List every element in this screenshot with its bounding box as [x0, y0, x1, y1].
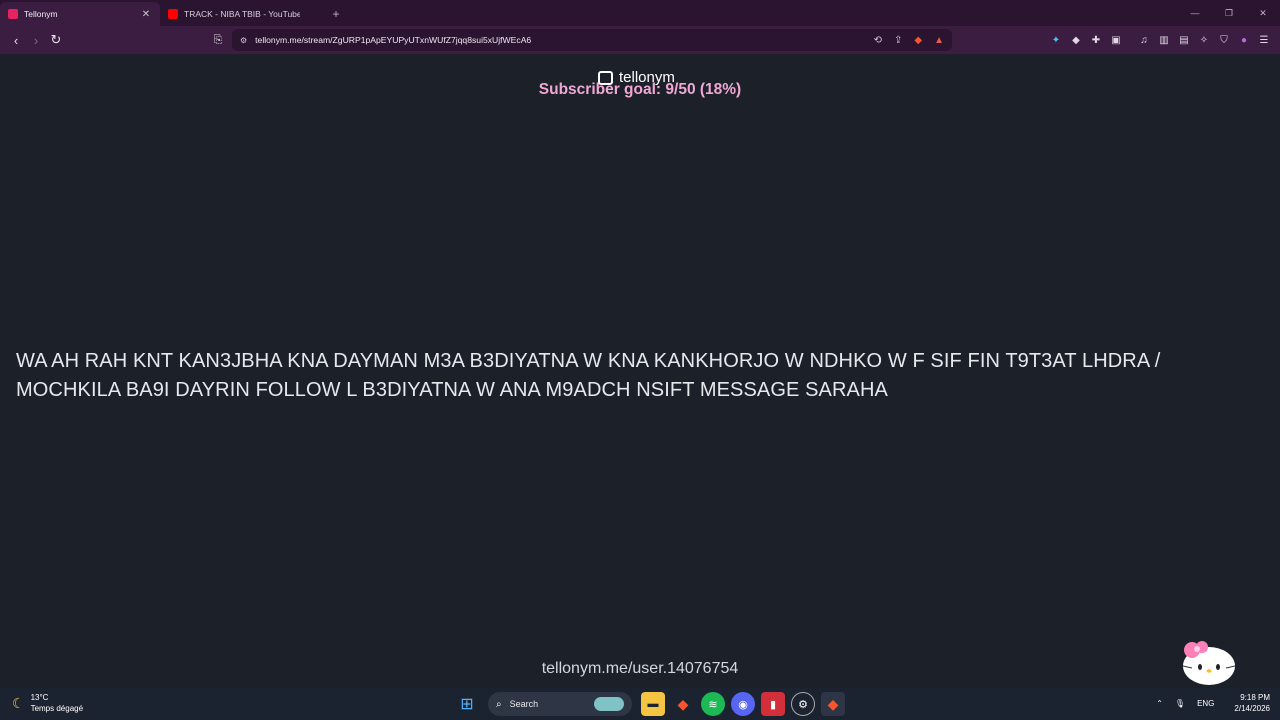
profile-icon[interactable]: ●	[1234, 30, 1254, 50]
language-indicator[interactable]: ENG	[1197, 699, 1214, 708]
system-tray: ⌃ 🎙 ENG 9:18 PM 2/14/2026	[1144, 692, 1270, 714]
wallet-icon[interactable]: ▤	[1174, 30, 1194, 50]
search-highlight-icon	[594, 697, 624, 711]
tab-strip: Tellonym ✕ TRACK - NIBA TBIB - YouTube ✕…	[0, 0, 1280, 26]
tab-title: TRACK - NIBA TBIB - YouTube	[184, 9, 300, 19]
minimize-icon[interactable]: —	[1178, 0, 1212, 26]
tab-youtube[interactable]: TRACK - NIBA TBIB - YouTube ✕	[160, 2, 320, 26]
steam-icon[interactable]: ⚙	[791, 692, 815, 716]
file-explorer-icon[interactable]: ▬	[641, 692, 665, 716]
moon-icon: ☾	[12, 694, 25, 711]
puzzle-icon[interactable]: ✚	[1086, 30, 1106, 50]
brave-browser-active-icon[interactable]: ◆	[821, 692, 845, 716]
windows-taskbar: ☾ 13°C Temps dégagé ⊞ ⌕ Search ▬ ◆ ≋ ◉ ▮…	[0, 688, 1280, 720]
forward-button[interactable]: ›	[26, 30, 46, 50]
microphone-icon[interactable]: 🎙	[1175, 699, 1185, 708]
history-icon[interactable]: ⟲	[874, 35, 882, 46]
extension-icon[interactable]: ◆	[1066, 30, 1086, 50]
sidebar-icon[interactable]: ▥	[1154, 30, 1174, 50]
weather-widget[interactable]: ☾ 13°C Temps dégagé	[12, 692, 83, 714]
hello-kitty-sticker-icon	[1182, 641, 1236, 685]
subscriber-goal: Subscriber goal: 9/50 (18%)	[538, 81, 742, 98]
tellonym-stream-page: tellonym Subscriber goal: 9/50 (18%) WA …	[0, 54, 1280, 688]
extension-icon[interactable]: ▣	[1106, 30, 1126, 50]
restore-icon[interactable]: ❐	[1212, 0, 1246, 26]
discord-icon[interactable]: ◉	[731, 692, 755, 716]
new-tab-button[interactable]: +	[328, 2, 344, 26]
youtube-favicon-icon	[168, 9, 178, 19]
search-icon: ⌕	[496, 698, 502, 710]
browser-toolbar: ‹ › ↻ ⎘ ⚙ tellonym.me/stream/ZgURP1pApEY…	[0, 26, 1280, 54]
user-link: tellonym.me/user.14076754	[541, 660, 739, 677]
tell-message: WA AH RAH KNT KAN3JBHA KNA DAYMAN M3A B3…	[16, 350, 1161, 401]
reload-button[interactable]: ↻	[46, 30, 66, 50]
brave-rewards-icon[interactable]: ▲	[934, 35, 944, 46]
url-text[interactable]: tellonym.me/stream/ZgURP1pApEYUPyUTxnWUf…	[255, 35, 861, 45]
back-button[interactable]: ‹	[6, 30, 26, 50]
close-tab-icon[interactable]: ✕	[140, 9, 152, 20]
clock[interactable]: 9:18 PM 2/14/2026	[1234, 692, 1270, 714]
spotify-icon[interactable]: ≋	[701, 692, 725, 716]
tab-tellonym[interactable]: Tellonym ✕	[0, 2, 160, 26]
address-bar[interactable]: ⚙ tellonym.me/stream/ZgURP1pApEYUPyUTxnW…	[232, 29, 952, 51]
weather-desc: Temps dégagé	[30, 704, 84, 713]
vpn-icon[interactable]: ⛉	[1214, 30, 1234, 50]
windows-start-icon[interactable]: ⊞	[455, 692, 479, 716]
site-info-icon[interactable]: ⚙	[240, 36, 247, 45]
bookmark-icon[interactable]: ⎘	[208, 30, 228, 50]
search-label: Search	[509, 699, 539, 709]
close-window-icon[interactable]: ✕	[1246, 0, 1280, 26]
extension-icon[interactable]: ✦	[1046, 30, 1066, 50]
window-controls: — ❐ ✕	[1178, 0, 1280, 26]
share-icon[interactable]: ⇪	[894, 35, 902, 46]
app-icon[interactable]: ▮	[761, 692, 785, 716]
menu-icon[interactable]: ☰	[1254, 30, 1274, 50]
weather-temp: 13°C	[30, 693, 49, 702]
tab-title: Tellonym	[24, 9, 58, 19]
brave-browser-icon[interactable]: ◆	[671, 692, 695, 716]
tellonym-favicon-icon	[8, 9, 18, 19]
taskbar-search[interactable]: ⌕ Search	[488, 692, 632, 716]
leo-icon[interactable]: ✧	[1194, 30, 1214, 50]
clock-date: 2/14/2026	[1234, 704, 1270, 713]
extensions-row: ✦ ◆ ✚ ▣ ♫ ▥ ▤ ✧ ⛉ ● ☰	[1046, 30, 1274, 50]
brave-shields-icon[interactable]: ◆	[914, 35, 922, 46]
music-icon[interactable]: ♫	[1134, 30, 1154, 50]
taskbar-apps: ⊞ ⌕ Search ▬ ◆ ≋ ◉ ▮ ⚙ ◆	[452, 692, 848, 716]
chevron-up-icon[interactable]: ⌃	[1156, 699, 1163, 708]
clock-time: 9:18 PM	[1240, 693, 1270, 702]
